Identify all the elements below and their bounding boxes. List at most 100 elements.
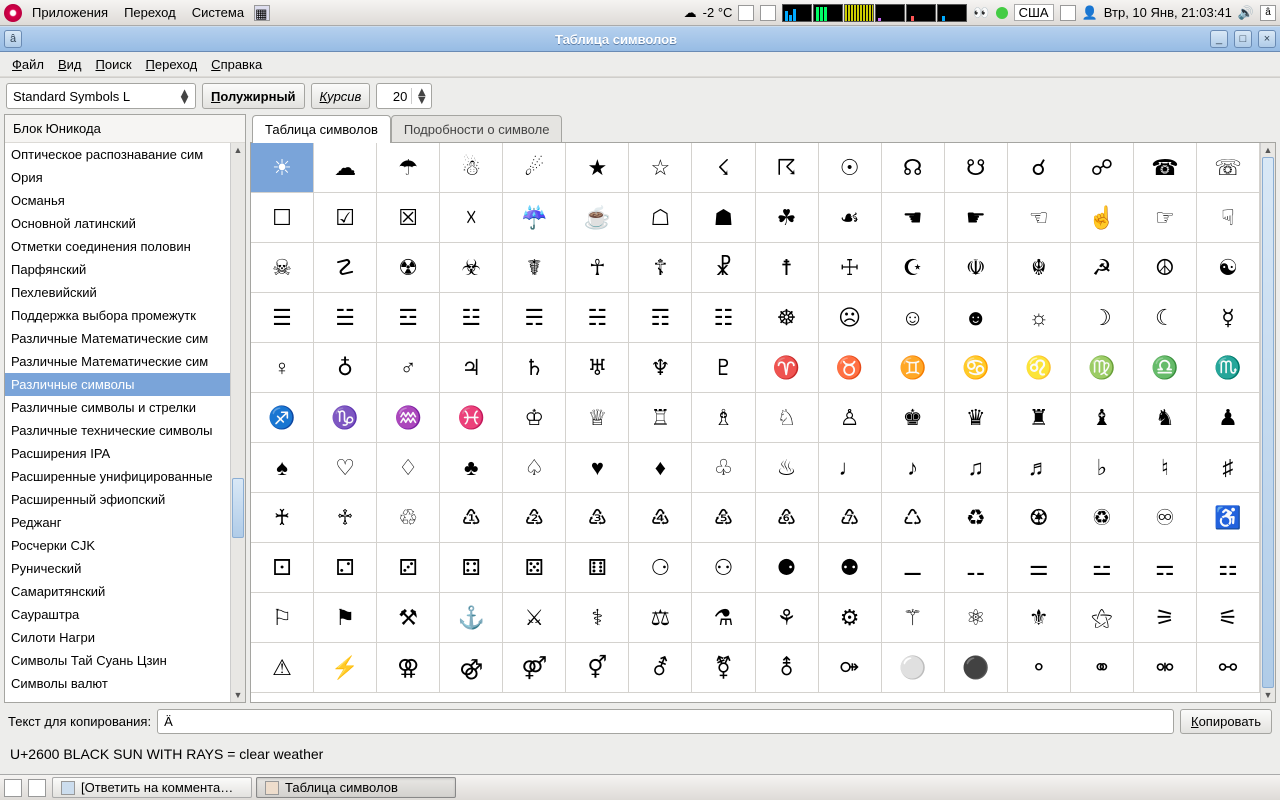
- symbol-cell[interactable]: ♢: [377, 443, 440, 493]
- tab-symbol-details[interactable]: Подробности о символе: [391, 115, 563, 143]
- symbol-cell[interactable]: ♳: [440, 493, 503, 543]
- symbol-cell[interactable]: ♪: [882, 443, 945, 493]
- grid-scroll-thumb[interactable]: [1262, 157, 1274, 688]
- symbol-cell[interactable]: ☻: [945, 293, 1008, 343]
- symbol-cell[interactable]: ⚗: [692, 593, 755, 643]
- symbol-cell[interactable]: ☎: [1134, 143, 1197, 193]
- symbol-cell[interactable]: ♉: [819, 343, 882, 393]
- symbol-cell[interactable]: ★: [566, 143, 629, 193]
- symbol-cell[interactable]: ♣: [440, 443, 503, 493]
- panel-menu-system[interactable]: Система: [186, 3, 250, 22]
- sidebar-item[interactable]: Оптическое распознавание сим: [5, 143, 245, 166]
- user-icon[interactable]: 👤: [1082, 5, 1098, 21]
- symbol-cell[interactable]: ♙: [819, 393, 882, 443]
- network-icon[interactable]: [1060, 5, 1076, 21]
- symbol-cell[interactable]: ☶: [629, 293, 692, 343]
- symbol-cell[interactable]: ⚆: [629, 543, 692, 593]
- symbol-cell[interactable]: ☌: [1008, 143, 1071, 193]
- symbol-cell[interactable]: ⚬: [1008, 643, 1071, 693]
- symbol-cell[interactable]: ☇: [692, 143, 755, 193]
- symbol-cell[interactable]: ☡: [314, 243, 377, 293]
- symbol-cell[interactable]: ☪: [882, 243, 945, 293]
- symbol-cell[interactable]: ♅: [566, 343, 629, 393]
- symbol-cell[interactable]: ☘: [756, 193, 819, 243]
- symbol-cell[interactable]: ♐: [251, 393, 314, 443]
- symbol-cell[interactable]: ☵: [566, 293, 629, 343]
- sidebar-item[interactable]: Росчерки CJK: [5, 534, 245, 557]
- symbol-cell[interactable]: ♲: [377, 493, 440, 543]
- symbol-cell[interactable]: ☈: [756, 143, 819, 193]
- symbol-cell[interactable]: ⚪: [882, 643, 945, 693]
- symbol-cell[interactable]: ♮: [1134, 443, 1197, 493]
- menu-file[interactable]: Файл: [6, 55, 50, 74]
- symbol-cell[interactable]: ☥: [566, 243, 629, 293]
- symbol-cell[interactable]: ♎: [1134, 343, 1197, 393]
- symbol-cell[interactable]: ⚕: [566, 593, 629, 643]
- menu-help[interactable]: Справка: [205, 55, 268, 74]
- sidebar-item[interactable]: Пехлевийский: [5, 281, 245, 304]
- debian-swirl-icon[interactable]: [4, 4, 22, 22]
- symbol-cell[interactable]: ⚨: [756, 643, 819, 693]
- symbol-cell[interactable]: ⚄: [503, 543, 566, 593]
- symbol-cell[interactable]: ☏: [1197, 143, 1260, 193]
- symbol-cell[interactable]: ☽: [1071, 293, 1134, 343]
- symbol-cell[interactable]: ⚉: [819, 543, 882, 593]
- symbol-cell[interactable]: ⚞: [1134, 593, 1197, 643]
- symbol-cell[interactable]: ♻: [945, 493, 1008, 543]
- symbol-cell[interactable]: ⚥: [566, 643, 629, 693]
- symbol-cell[interactable]: ⚢: [377, 643, 440, 693]
- symbol-cell[interactable]: ⚧: [692, 643, 755, 693]
- symbol-cell[interactable]: ♔: [503, 393, 566, 443]
- symbol-cell[interactable]: ♬: [1008, 443, 1071, 493]
- symbol-cell[interactable]: ☟: [1197, 193, 1260, 243]
- symbol-cell[interactable]: ♤: [503, 443, 566, 493]
- scroll-down-icon[interactable]: ▼: [1261, 688, 1275, 702]
- symbol-cell[interactable]: ♊: [882, 343, 945, 393]
- tray-extra-icon[interactable]: â: [1260, 5, 1276, 21]
- symbol-cell[interactable]: ⚃: [440, 543, 503, 593]
- symbol-cell[interactable]: ☁: [314, 143, 377, 193]
- symbol-cell[interactable]: ☞: [1134, 193, 1197, 243]
- symbol-cell[interactable]: ☮: [1134, 243, 1197, 293]
- symbol-cell[interactable]: ⚫: [945, 643, 1008, 693]
- sidebar-item[interactable]: Расширенный эфиопский: [5, 488, 245, 511]
- symbol-cell[interactable]: ☛: [945, 193, 1008, 243]
- symbol-cell[interactable]: ♧: [692, 443, 755, 493]
- symbol-cell[interactable]: ♨: [756, 443, 819, 493]
- symbol-cell[interactable]: ♗: [692, 393, 755, 443]
- symbol-cell[interactable]: ⚠: [251, 643, 314, 693]
- workspace-switcher[interactable]: [28, 779, 46, 797]
- symbol-cell[interactable]: ⚅: [566, 543, 629, 593]
- symbol-cell[interactable]: ⚂: [377, 543, 440, 593]
- symbol-cell[interactable]: ♈: [756, 343, 819, 393]
- symbol-cell[interactable]: ☸: [756, 293, 819, 343]
- sidebar-item[interactable]: Различные Математические сим: [5, 350, 245, 373]
- symbol-cell[interactable]: ♹: [819, 493, 882, 543]
- symbol-cell[interactable]: ♚: [882, 393, 945, 443]
- size-input[interactable]: [377, 89, 411, 104]
- symbol-cell[interactable]: ⚡: [314, 643, 377, 693]
- sidebar-item[interactable]: Парфянский: [5, 258, 245, 281]
- tab-symbol-table[interactable]: Таблица символов: [252, 115, 391, 143]
- symbol-cell[interactable]: ☾: [1134, 293, 1197, 343]
- symbol-cell[interactable]: ⚏: [1197, 543, 1260, 593]
- sidebar-item[interactable]: Отметки соединения половин: [5, 235, 245, 258]
- symbol-cell[interactable]: ☭: [1071, 243, 1134, 293]
- symbol-cell[interactable]: ⚯: [1197, 643, 1260, 693]
- symbol-cell[interactable]: ☼: [1008, 293, 1071, 343]
- symbol-cell[interactable]: ☺: [882, 293, 945, 343]
- symbol-cell[interactable]: ⚜: [1008, 593, 1071, 643]
- symbol-cell[interactable]: ☳: [440, 293, 503, 343]
- symbol-cell[interactable]: ♥: [566, 443, 629, 493]
- scroll-up-icon[interactable]: ▲: [1261, 143, 1275, 157]
- sidebar-item[interactable]: Поддержка выбора промежутк: [5, 304, 245, 327]
- sidebar-item[interactable]: Рунический: [5, 557, 245, 580]
- symbol-cell[interactable]: ☠: [251, 243, 314, 293]
- symbol-cell[interactable]: ⚤: [503, 643, 566, 693]
- presence-icon[interactable]: [996, 7, 1008, 19]
- panel-menu-places[interactable]: Переход: [118, 3, 182, 22]
- symbol-cell[interactable]: ⚭: [1071, 643, 1134, 693]
- panel-applet-icon[interactable]: ▦: [254, 5, 270, 21]
- symbol-grid[interactable]: ☀☁☂☃☄★☆☇☈☉☊☋☌☍☎☏☐☑☒☓☔☕☖☗☘☙☚☛☜☝☞☟☠☡☢☣☤☥☦☧…: [251, 143, 1260, 702]
- symbol-cell[interactable]: ♕: [566, 393, 629, 443]
